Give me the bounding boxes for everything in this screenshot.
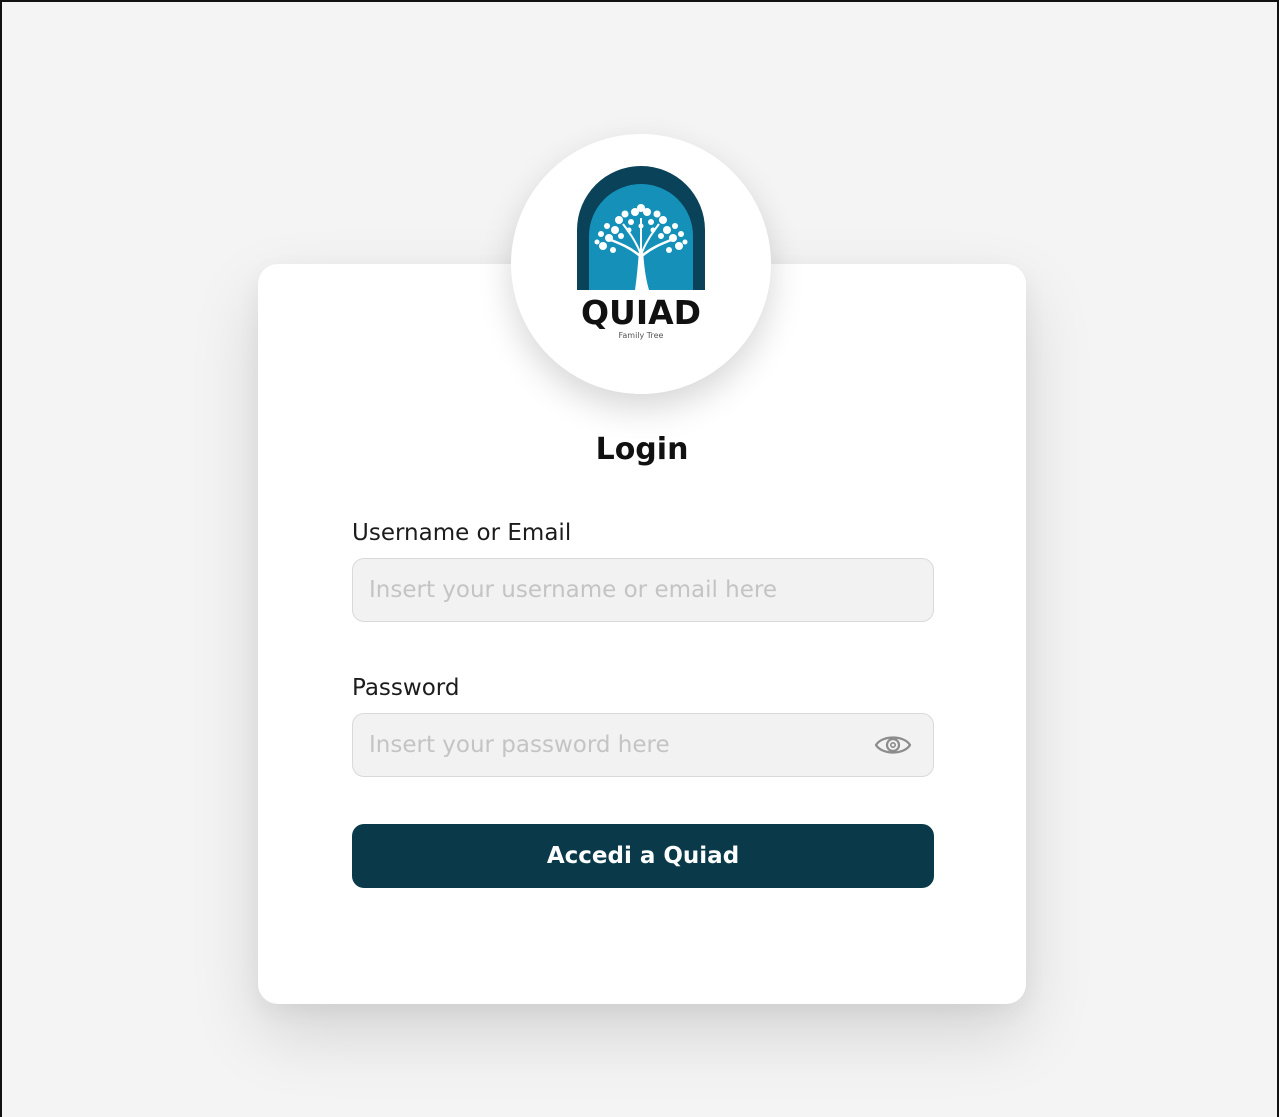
eye-icon: [874, 736, 912, 754]
username-field-wrapper: [352, 558, 934, 622]
quiad-logo: QUIAD Family Tree: [577, 166, 705, 340]
login-submit-button[interactable]: Accedi a Quiad: [352, 824, 934, 888]
brand-tagline: Family Tree: [619, 331, 664, 340]
page-title: Login: [595, 432, 689, 467]
username-label: Username or Email: [352, 520, 572, 546]
page-background: QUIAD Family Tree Login Username or Emai…: [0, 0, 1279, 1117]
brand-name: QUIAD: [581, 293, 701, 332]
username-input[interactable]: [353, 559, 933, 621]
password-field-wrapper: [352, 713, 934, 777]
password-input[interactable]: [353, 714, 933, 776]
toggle-password-visibility-button[interactable]: [873, 727, 913, 763]
password-label: Password: [352, 675, 460, 701]
logo-badge: QUIAD Family Tree: [511, 134, 771, 394]
